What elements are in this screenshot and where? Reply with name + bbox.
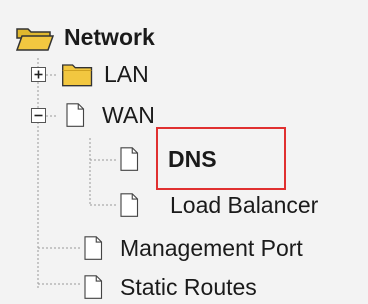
- selection-highlight: [156, 127, 286, 190]
- tree-root-label: Network: [64, 23, 155, 50]
- expand-plus-icon[interactable]: [31, 67, 46, 82]
- document-icon: [66, 103, 85, 127]
- tree-item-label: Static Routes: [120, 273, 257, 300]
- tree-item-load-balancer[interactable]: Load Balancer: [118, 188, 318, 222]
- folder-icon: [62, 64, 93, 87]
- network-tree: Network LAN WAN DNS Load Balancer Manage…: [0, 0, 368, 300]
- tree-item-label: Load Balancer: [170, 191, 319, 218]
- document-icon: [84, 236, 103, 260]
- document-icon: [84, 275, 103, 299]
- collapse-minus-icon[interactable]: [31, 108, 46, 123]
- tree-item-static-routes[interactable]: Static Routes: [82, 270, 257, 304]
- tree-item-management-port[interactable]: Management Port: [82, 231, 303, 265]
- document-icon: [120, 193, 139, 217]
- open-folder-icon: [15, 28, 54, 51]
- tree-item-label: LAN: [104, 60, 149, 87]
- tree-item-wan[interactable]: WAN: [64, 98, 155, 132]
- tree-item-label: Management Port: [120, 234, 303, 261]
- tree-item-label: WAN: [102, 101, 155, 128]
- tree-item-lan[interactable]: LAN: [60, 57, 149, 91]
- document-icon: [120, 147, 139, 171]
- tree-root-network[interactable]: Network: [14, 20, 155, 54]
